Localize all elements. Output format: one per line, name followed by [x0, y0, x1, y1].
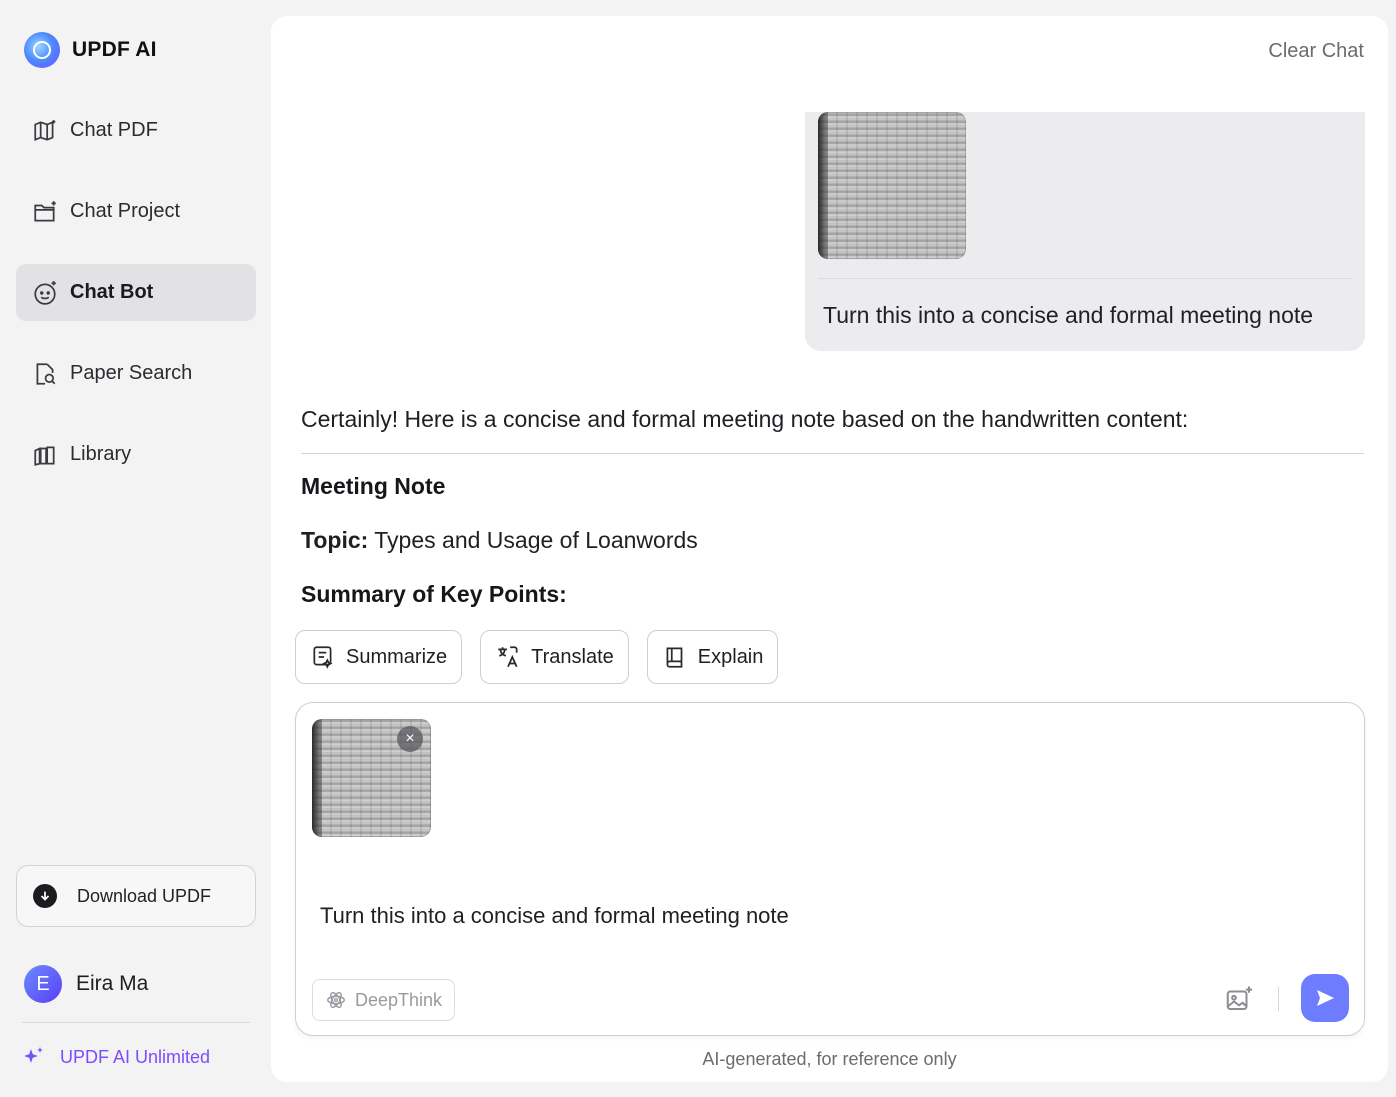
sidebar-nav: Chat PDF Chat Project Chat Bot Paper Sea… — [16, 102, 256, 507]
translate-label: Translate — [531, 645, 614, 668]
topic-value: Types and Usage of Loanwords — [374, 527, 698, 553]
user-profile[interactable]: E Eira Ma — [24, 965, 148, 1003]
send-button[interactable] — [1301, 974, 1349, 1022]
user-message-bubble: Turn this into a concise and formal meet… — [805, 112, 1365, 351]
sidebar-item-chat-project[interactable]: Chat Project — [16, 183, 256, 240]
message-composer: × DeepThink — [295, 702, 1365, 1036]
upgrade-label: UPDF AI Unlimited — [60, 1046, 211, 1067]
disclaimer-text: AI-generated, for reference only — [702, 1049, 957, 1069]
ai-response-divider — [301, 453, 1364, 454]
sidebar-item-chat-pdf[interactable]: Chat PDF — [16, 102, 256, 159]
sidebar-item-library[interactable]: Library — [16, 426, 256, 483]
avatar: E — [24, 965, 62, 1003]
deepthink-label: DeepThink — [355, 989, 443, 1010]
sidebar-item-chat-bot[interactable]: Chat Bot — [16, 264, 256, 321]
updf-logo-icon — [24, 32, 60, 68]
upgrade-link[interactable]: UPDF AI Unlimited — [22, 1045, 210, 1069]
sidebar-item-label: Chat PDF — [70, 119, 158, 141]
explain-button[interactable]: Explain — [646, 630, 779, 684]
ai-response-heading: Meeting Note — [301, 473, 446, 499]
sidebar: UPDF AI Chat PDF Chat Project Chat Bot P… — [0, 0, 270, 1097]
download-updf-button[interactable]: Download UPDF — [16, 865, 256, 927]
book-ai-icon — [32, 118, 58, 144]
deepthink-toggle[interactable]: DeepThink — [312, 979, 456, 1021]
translate-icon — [498, 646, 518, 668]
user-name: Eira Ma — [76, 972, 149, 995]
sidebar-divider — [22, 1022, 250, 1023]
paper-search-icon — [32, 361, 58, 387]
sidebar-item-label: Chat Bot — [70, 281, 154, 303]
send-icon — [1317, 990, 1334, 1006]
message-input[interactable] — [320, 903, 1320, 929]
sidebar-item-label: Chat Project — [70, 200, 181, 222]
folder-ai-icon — [32, 199, 58, 225]
atom-icon — [327, 991, 345, 1009]
ai-response-summary-heading: Summary of Key Points: — [301, 581, 567, 607]
summarize-button[interactable]: Summarize — [295, 630, 463, 684]
explain-label: Explain — [697, 645, 764, 668]
translate-button[interactable]: Translate — [480, 630, 629, 684]
remove-image-button[interactable]: × — [397, 726, 423, 752]
message-divider — [818, 278, 1352, 279]
brand[interactable]: UPDF AI — [24, 32, 157, 68]
sidebar-item-paper-search[interactable]: Paper Search — [16, 345, 256, 402]
download-icon — [33, 884, 57, 908]
composer-separator — [1278, 987, 1279, 1011]
sidebar-item-label: Paper Search — [70, 362, 193, 384]
sparkle-icon — [24, 1047, 43, 1063]
chat-panel: Clear Chat Turn this into a concise and … — [271, 16, 1388, 1082]
ai-response-intro: Certainly! Here is a concise and formal … — [301, 406, 1189, 432]
book-icon — [666, 647, 683, 668]
attached-image-thumbnail[interactable] — [818, 112, 966, 259]
brand-name: UPDF AI — [72, 38, 157, 61]
library-icon — [32, 442, 58, 468]
clear-chat-button[interactable]: Clear Chat — [1268, 40, 1364, 63]
user-message-text: Turn this into a concise and formal meet… — [823, 302, 1314, 328]
summarize-icon — [313, 646, 333, 669]
download-label: Download UPDF — [77, 885, 212, 906]
ai-response-topic: Topic: Types and Usage of Loanwords — [301, 527, 698, 554]
add-image-button[interactable] — [1224, 984, 1254, 1014]
image-add-icon — [1226, 986, 1253, 1010]
bot-face-icon — [32, 280, 58, 306]
sidebar-item-label: Library — [70, 443, 132, 465]
topic-label: Topic: — [301, 527, 369, 553]
summarize-label: Summarize — [346, 645, 448, 668]
quick-actions: Summarize Translate Explain — [295, 630, 779, 684]
